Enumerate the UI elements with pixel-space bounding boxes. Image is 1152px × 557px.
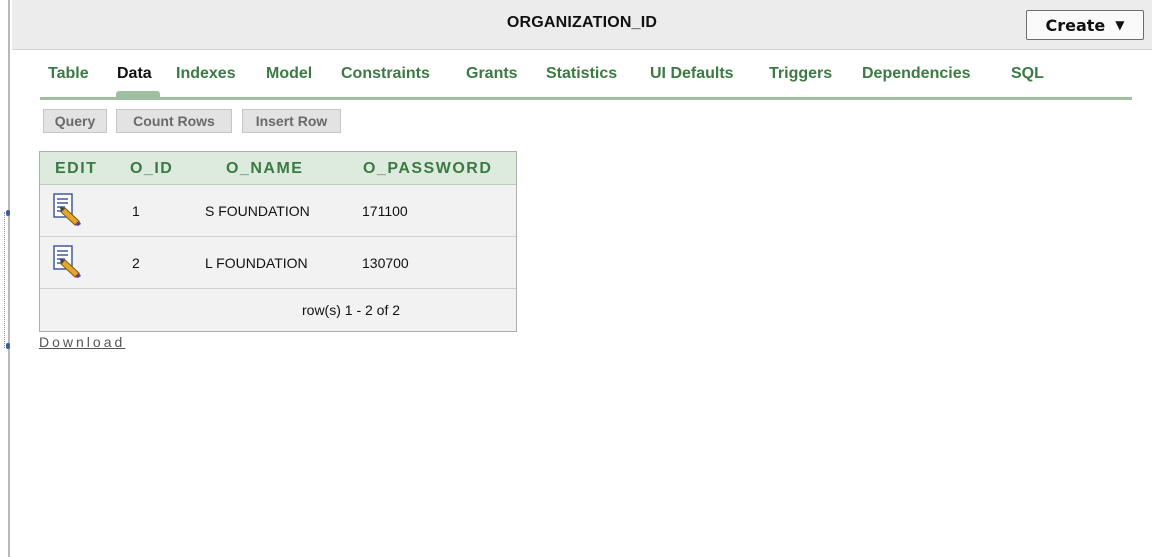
tab-triggers[interactable]: Triggers xyxy=(769,65,832,83)
row-count-label: row(s) 1 - 2 of 2 xyxy=(302,302,401,318)
grid-header-row: EDIT O_ID O_NAME O_PASSWORD xyxy=(40,152,516,185)
cell-o-name: S FOUNDATION xyxy=(205,203,310,219)
column-header-o-id[interactable]: O_ID xyxy=(130,160,173,178)
tab-statistics[interactable]: Statistics xyxy=(546,65,617,83)
tab-ui-defaults[interactable]: UI Defaults xyxy=(650,65,734,83)
page-title: ORGANIZATION_ID xyxy=(506,14,658,31)
splitter-arrow-icon[interactable] xyxy=(6,343,10,349)
insert-row-button[interactable]: Insert Row xyxy=(242,109,341,133)
panel-splitter-handle[interactable] xyxy=(4,212,11,348)
column-header-o-password[interactable]: O_PASSWORD xyxy=(363,160,492,178)
create-button-label: Create xyxy=(1045,15,1106,35)
data-grid: EDIT O_ID O_NAME O_PASSWORD 1 S FOUNDATI… xyxy=(39,151,517,332)
count-rows-button[interactable]: Count Rows xyxy=(116,109,232,133)
query-button[interactable]: Query xyxy=(43,109,107,133)
tab-model[interactable]: Model xyxy=(266,65,312,83)
cell-o-password: 171100 xyxy=(362,203,408,219)
tab-data[interactable]: Data xyxy=(117,65,152,83)
download-link[interactable]: Download xyxy=(39,334,125,350)
edit-record-icon[interactable] xyxy=(53,245,83,279)
tab-dependencies[interactable]: Dependencies xyxy=(862,65,970,83)
table-row: 1 S FOUNDATION 171100 xyxy=(40,185,516,237)
object-header: ORGANIZATION_ID Create ▼ xyxy=(12,0,1152,50)
cell-o-password: 130700 xyxy=(362,255,409,271)
tab-constraints[interactable]: Constraints xyxy=(341,65,430,83)
cell-o-id: 1 xyxy=(132,203,140,219)
create-button[interactable]: Create ▼ xyxy=(1026,10,1144,40)
active-tab-indicator xyxy=(116,91,160,97)
table-row: 2 L FOUNDATION 130700 xyxy=(40,237,516,289)
column-header-o-name[interactable]: O_NAME xyxy=(226,160,303,178)
grid-footer: row(s) 1 - 2 of 2 xyxy=(40,288,516,331)
tab-table[interactable]: Table xyxy=(48,65,89,83)
column-header-edit[interactable]: EDIT xyxy=(55,160,97,178)
tab-indexes[interactable]: Indexes xyxy=(176,65,236,83)
edit-record-icon[interactable] xyxy=(53,193,83,227)
cell-o-name: L FOUNDATION xyxy=(205,255,308,271)
object-tabs: Table Data Indexes Model Constraints Gra… xyxy=(40,62,1132,100)
splitter-arrow-icon[interactable] xyxy=(6,210,10,216)
chevron-down-icon: ▼ xyxy=(1115,18,1125,32)
cell-o-id: 2 xyxy=(132,255,140,271)
tab-grants[interactable]: Grants xyxy=(466,65,518,83)
tab-sql[interactable]: SQL xyxy=(1011,65,1044,83)
